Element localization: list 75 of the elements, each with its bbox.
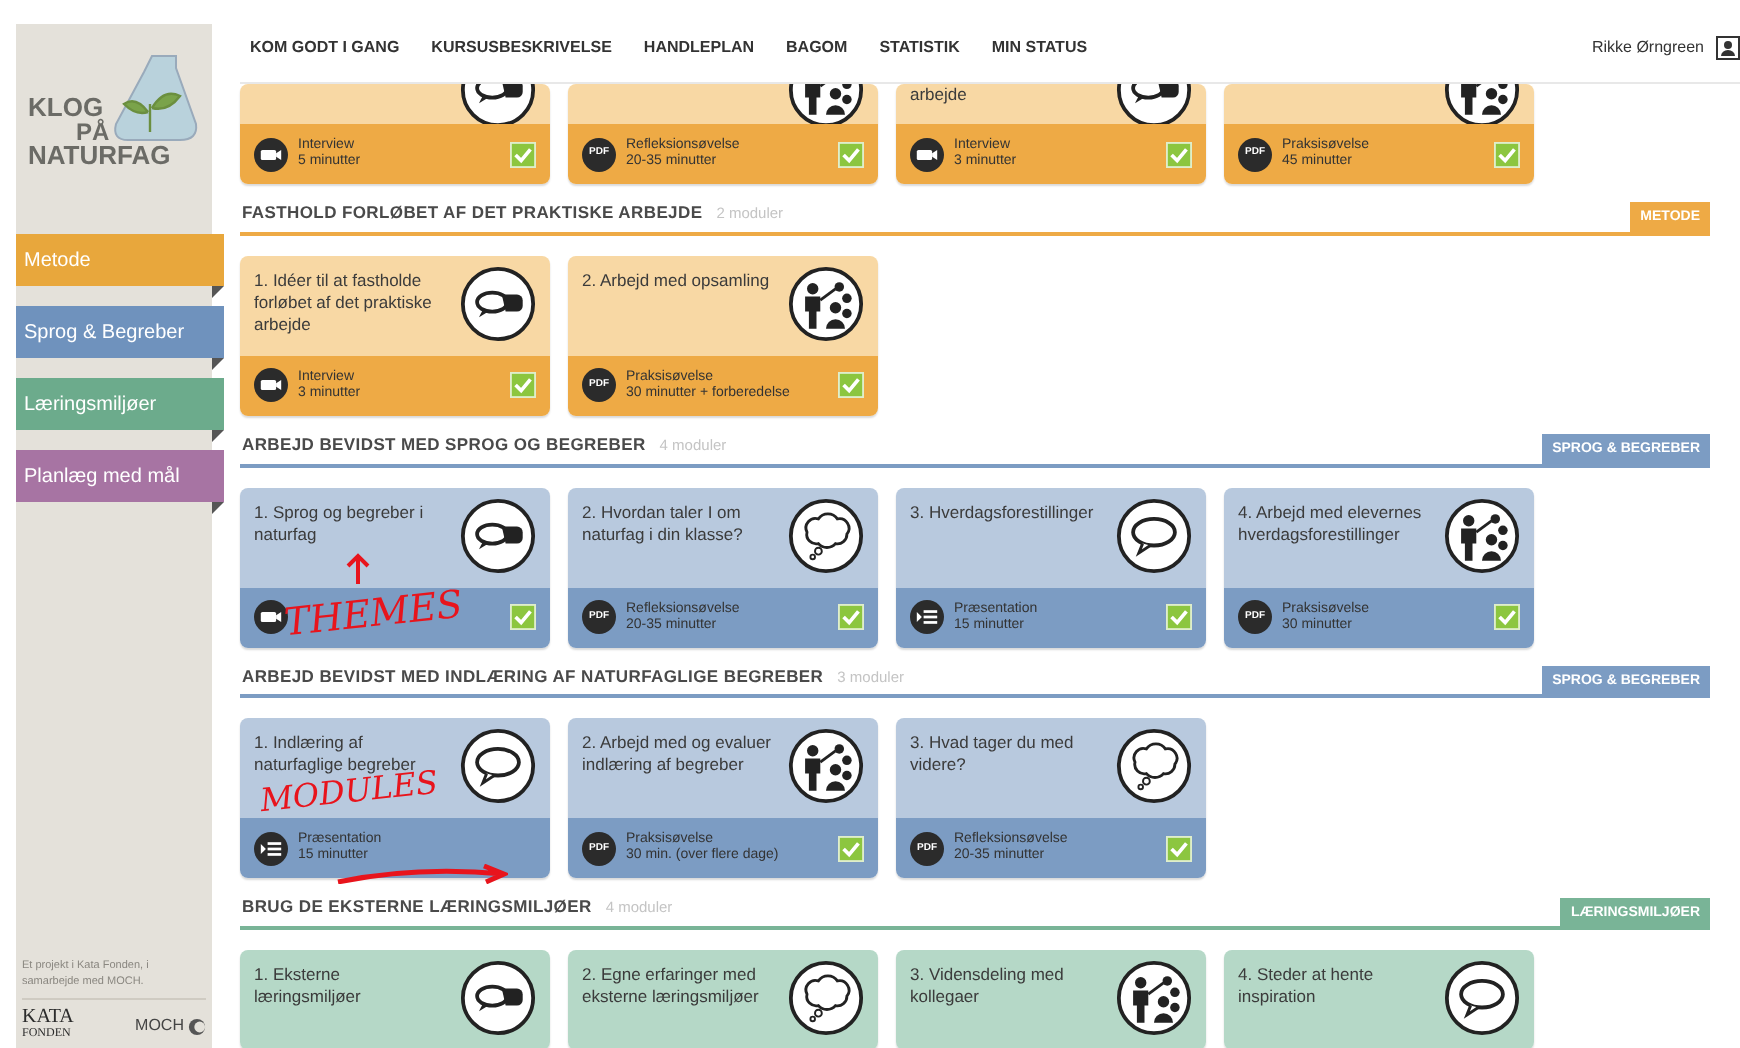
- module-title: 4. Steder at hente inspiration: [1238, 964, 1376, 1008]
- presentation-icon: [254, 831, 288, 866]
- nav-link[interactable]: BAGOM: [786, 35, 848, 59]
- module-title: 2. Arbejd med og evaluer indlæring af begreber: [582, 732, 774, 777]
- checkbox[interactable]: [510, 372, 536, 399]
- module-title: 2. Hvordan taler I om naturfag i din klasse?: [582, 501, 745, 545]
- people-icon: [1444, 497, 1520, 573]
- checkbox[interactable]: [838, 372, 864, 399]
- module-title: 1. Idéer til at fastholde forløbet af det praktiske arbejde: [254, 269, 434, 336]
- module-card[interactable]: 1. Eksterne læringsmiljøer: [240, 950, 550, 1048]
- section-title: BRUG DE EKSTERNE LÆRINGSMILJØER: [242, 894, 592, 920]
- checkbox[interactable]: [510, 604, 536, 630]
- arrow-drawing: [344, 551, 372, 585]
- module-card[interactable]: 2. Egne erfaringer med eksterne læringsmiljøer: [568, 950, 878, 1048]
- user-icon[interactable]: [1716, 35, 1740, 59]
- checkbox[interactable]: [838, 141, 864, 167]
- checkbox[interactable]: [838, 835, 864, 862]
- nav-link[interactable]: HANDLEPLAN: [643, 35, 755, 59]
- video-camera-icon: [254, 368, 288, 403]
- video-camera-icon: [254, 137, 288, 171]
- speech-bubbles-icon: [460, 265, 536, 342]
- nav-link[interactable]: KOM GODT I GANG: [250, 35, 400, 59]
- partner-logo: MOCH: [135, 1014, 184, 1038]
- module-title: 4. Arbejd med elevernes hverdagsforestillinger: [1238, 501, 1424, 545]
- logo-text: KLOG: [28, 96, 104, 120]
- section-title: ARBEJD BEVIDST MED INDLÆRING AF NATURFAGLIGE BEGREBER: [242, 663, 824, 689]
- video-camera-icon: [254, 600, 288, 634]
- module-title: 2. Arbejd med opsamling: [582, 269, 770, 292]
- module-title: 1. Eksterne læringsmiljøer: [254, 964, 363, 1008]
- checkbox[interactable]: [1166, 141, 1192, 167]
- nav-link[interactable]: STATISTIK: [879, 35, 960, 59]
- video-camera-icon: [910, 137, 944, 171]
- nav-link[interactable]: MIN STATUS: [991, 35, 1088, 59]
- logo-text: PÅ: [76, 120, 110, 144]
- handwritten-note: THEMES: [282, 581, 465, 645]
- module-title: 1. Sprog og begreber i naturfag: [254, 501, 426, 545]
- presentation-icon: [910, 600, 944, 634]
- partner-logo: KATA: [22, 1008, 74, 1026]
- crescent-icon: [188, 1017, 206, 1035]
- module-title: 3. Vidensdeling med kollegaer: [910, 964, 1066, 1008]
- section-title: ARBEJD BEVIDST MED SPROG OG BEGREBER: [242, 431, 646, 457]
- checkbox[interactable]: [1166, 604, 1192, 630]
- sidebar-item[interactable]: Planlæg med mål: [16, 450, 224, 502]
- speech-bubbles-icon: [460, 497, 536, 573]
- checkbox[interactable]: [838, 604, 864, 630]
- speech-bubble-icon: [1116, 497, 1192, 573]
- thought-cloud-icon: [788, 960, 864, 1036]
- module-title: 2. Egne erfaringer med eksterne læringsmiljøer: [582, 964, 761, 1008]
- module-card[interactable]: 4. Steder at hente inspiration: [1224, 950, 1534, 1048]
- checkbox[interactable]: [510, 141, 536, 167]
- checkbox[interactable]: [1494, 604, 1520, 630]
- section-title: FASTHOLD FORLØBET AF DET PRAKTISKE ARBEJDE: [242, 200, 703, 226]
- speech-bubble-icon: [1444, 960, 1520, 1036]
- speech-bubble-icon: [460, 728, 536, 805]
- checkbox[interactable]: [1494, 141, 1520, 167]
- thought-cloud-icon: [788, 497, 864, 573]
- module-title: 3. Hvad tager du med videre?: [910, 732, 1076, 777]
- fold-icon: [212, 286, 224, 298]
- module-title: 1. Indlæring af naturfaglige begreber: [254, 732, 416, 775]
- fold-icon: [212, 430, 224, 442]
- nav-link[interactable]: KURSUSBESKRIVELSE: [431, 35, 612, 59]
- fold-icon: [212, 502, 224, 514]
- people-icon: [788, 265, 864, 342]
- module-card[interactable]: 3. Vidensdeling med kollegaer: [896, 950, 1206, 1048]
- people-icon: [1116, 960, 1192, 1036]
- user-name[interactable]: Rikke Ørngreen: [1591, 23, 1704, 59]
- module-title: arbejde: [910, 84, 967, 108]
- speech-bubbles-icon: [460, 960, 536, 1036]
- fold-icon: [212, 358, 224, 370]
- site-logo[interactable]: KLOG PÅ NATURFAG: [16, 24, 212, 220]
- checkbox[interactable]: [1166, 835, 1192, 862]
- logo-text: NATURFAG: [28, 144, 171, 168]
- module-title: 3. Hverdagsforestillinger: [910, 501, 1094, 523]
- thought-cloud-icon: [1116, 728, 1192, 805]
- people-icon: [788, 728, 864, 805]
